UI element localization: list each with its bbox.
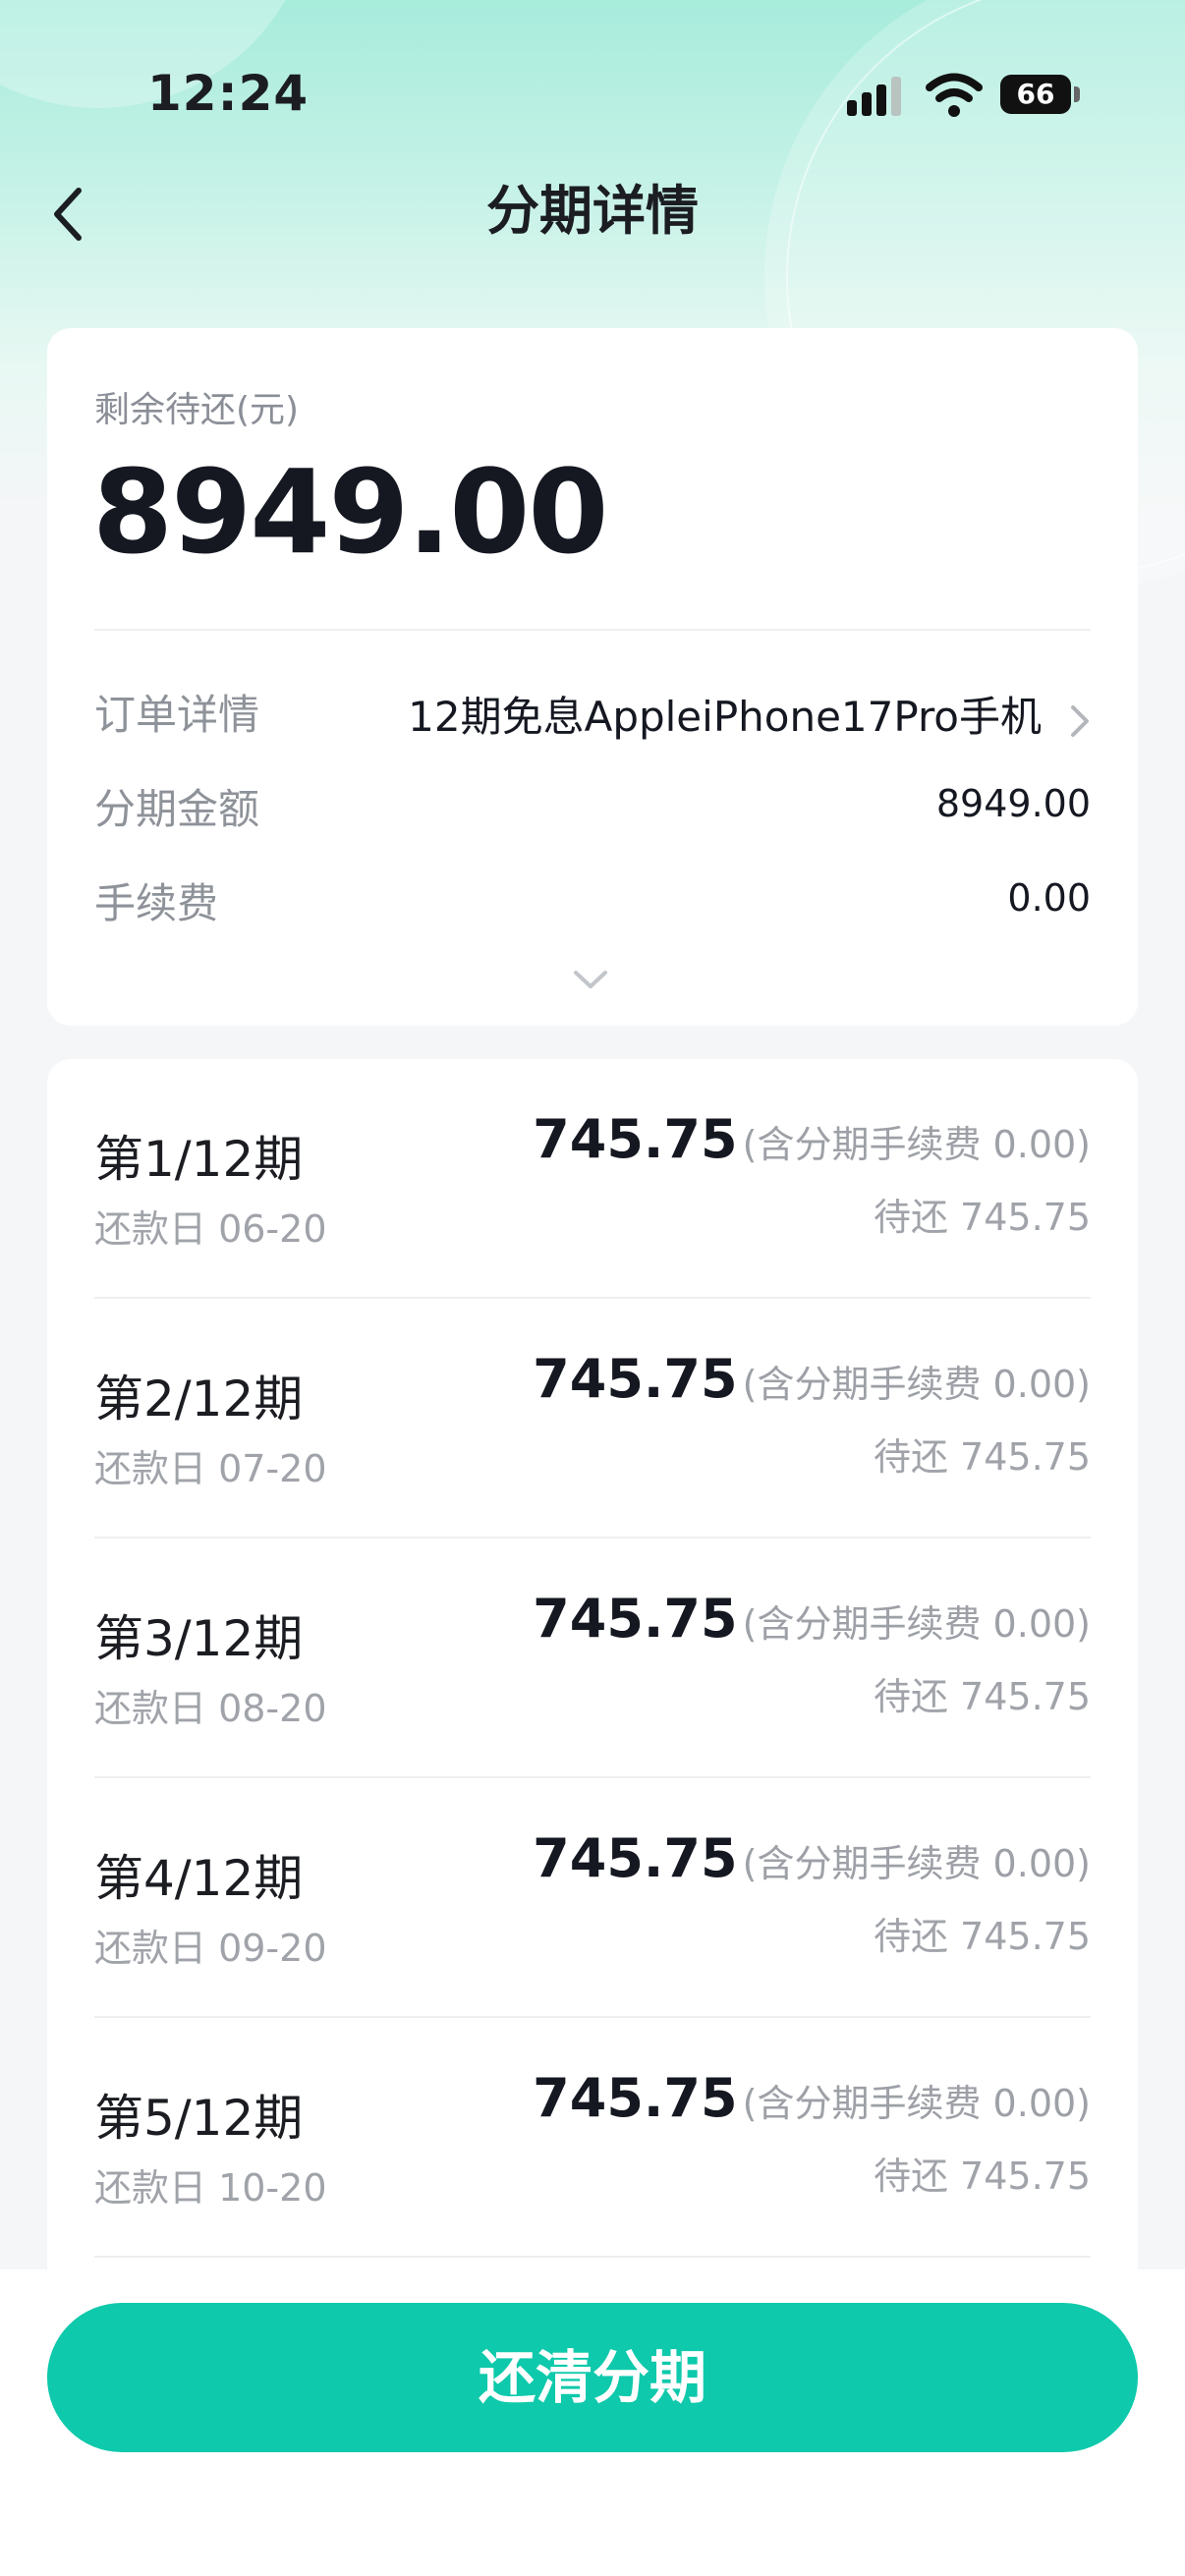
signal-icon (847, 77, 904, 116)
status-time: 12:24 (147, 65, 310, 122)
summary-card: 剩余待还(元) 8949.00 订单详情 12期免息AppleiPhone17P… (47, 328, 1138, 1026)
installment-fee-note: (含分期手续费 0.00) (742, 1602, 1091, 1646)
fee-label: 手续费 (94, 879, 219, 927)
navigation-bar: 分期详情 (0, 167, 1185, 255)
installment-term: 第3/12期 (94, 1610, 304, 1667)
installment-amount: 745.75 (533, 2067, 738, 2129)
page-title: 分期详情 (486, 180, 699, 242)
installment-pending: 待还 745.75 (873, 1915, 1091, 1958)
installment-amount: 745.75 (533, 1827, 738, 1889)
installment-pending: 待还 745.75 (873, 1675, 1091, 1718)
installment-fee-note: (含分期手续费 0.00) (742, 2082, 1091, 2125)
installment-due-date: 还款日 06-20 (94, 1207, 327, 1251)
installment-row[interactable]: 第1/12期 还款日 06-20 745.75 (含分期手续费 0.00) 待还… (94, 1059, 1091, 1299)
order-details-link[interactable]: 12期免息AppleiPhone17Pro手机 (408, 684, 1042, 744)
installment-row[interactable]: 第3/12期 还款日 08-20 745.75 (含分期手续费 0.00) 待还… (94, 1539, 1091, 1778)
installment-row[interactable]: 第2/12期 还款日 07-20 745.75 (含分期手续费 0.00) 待还… (94, 1299, 1091, 1539)
installment-pending: 待还 745.75 (873, 1435, 1091, 1479)
installment-amount: 745.75 (533, 1348, 738, 1410)
bottom-action-bar: 还清分期 (0, 2269, 1185, 2576)
installment-row[interactable]: 第5/12期 还款日 10-20 745.75 (含分期手续费 0.00) 待还… (94, 2018, 1091, 2258)
installment-fee-note: (含分期手续费 0.00) (742, 1123, 1091, 1166)
status-bar: 12:24 66 (0, 0, 1185, 187)
installment-fee-note: (含分期手续费 0.00) (742, 1363, 1091, 1406)
divider (94, 629, 1091, 631)
battery-icon: 66 (1000, 75, 1071, 114)
installment-amount: 745.75 (533, 1588, 738, 1650)
fee-value: 0.00 (1007, 876, 1091, 920)
installment-fee-note: (含分期手续费 0.00) (742, 1842, 1091, 1885)
wifi-icon (926, 73, 983, 117)
installment-due-date: 还款日 07-20 (94, 1447, 327, 1490)
battery-cap (1074, 86, 1080, 102)
installment-term: 第2/12期 (94, 1371, 304, 1428)
installment-row[interactable]: 第4/12期 还款日 09-20 745.75 (含分期手续费 0.00) 待还… (94, 1778, 1091, 2018)
installment-term: 第5/12期 (94, 2090, 304, 2147)
remaining-amount: 8949.00 (92, 444, 608, 580)
chevron-right-icon[interactable] (1065, 700, 1095, 743)
installment-amount-value: 8949.00 (935, 782, 1091, 825)
installment-pending: 待还 745.75 (873, 2155, 1091, 2198)
order-details-label: 订单详情 (94, 691, 260, 739)
installment-pending: 待还 745.75 (873, 1196, 1091, 1239)
chevron-down-icon[interactable] (568, 965, 613, 994)
divider (94, 2256, 1091, 2258)
installment-due-date: 还款日 09-20 (94, 1927, 327, 1970)
installment-amount: 745.75 (533, 1108, 738, 1170)
remaining-label: 剩余待还(元) (94, 390, 300, 430)
installment-due-date: 还款日 08-20 (94, 1687, 327, 1730)
installment-amount-label: 分期金额 (94, 785, 260, 833)
installment-due-date: 还款日 10-20 (94, 2166, 327, 2210)
pay-off-installments-button[interactable]: 还清分期 (47, 2303, 1138, 2452)
installment-term: 第1/12期 (94, 1131, 304, 1188)
installment-term: 第4/12期 (94, 1850, 304, 1907)
